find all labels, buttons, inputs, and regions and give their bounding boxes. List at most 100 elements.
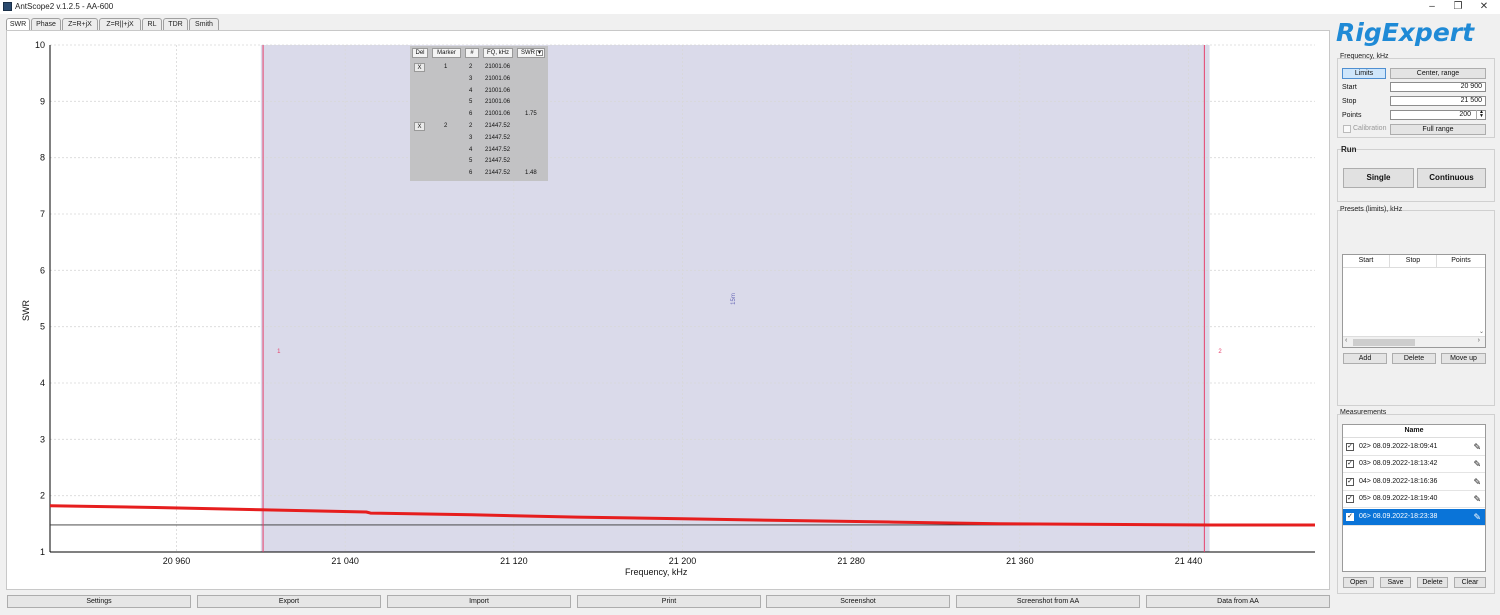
close-button[interactable]: ✕ — [1470, 0, 1498, 14]
marker-num-cell: 3 — [469, 75, 473, 82]
full-range-button[interactable]: Full range — [1390, 124, 1486, 135]
scroll-right-icon[interactable]: › — [1478, 337, 1480, 344]
print-button[interactable]: Print — [577, 595, 761, 608]
presets-header-points[interactable]: Points — [1437, 255, 1485, 268]
measurements-save-button[interactable]: Save — [1380, 577, 1411, 588]
measurements-delete-button[interactable]: Delete — [1417, 577, 1448, 588]
points-spinbox[interactable]: 200 — [1390, 110, 1486, 120]
marker-cell: 1 — [444, 64, 448, 70]
marker-delete-button[interactable]: X — [414, 63, 425, 72]
screenshot-from-aa-button[interactable]: Screenshot from AA — [956, 595, 1140, 608]
tab-z-series[interactable]: Z=R+jX — [62, 18, 98, 30]
scroll-down-icon[interactable]: ⌄ — [1479, 328, 1484, 335]
tab-rl[interactable]: RL — [142, 18, 162, 30]
stop-label: Stop — [1342, 98, 1357, 105]
title-bar: AntScope2 v.1.2.5 - AA-600 – ❐ ✕ — [0, 0, 1500, 14]
measurements-table[interactable]: Name ✓ 02> 08.09.2022-18:09:41 ✎ ✓ 03> 08.09… — [1342, 424, 1486, 572]
import-button[interactable]: Import — [387, 595, 571, 608]
marker-fq-cell: 21447.52 — [485, 146, 511, 153]
scroll-thumb[interactable] — [1353, 339, 1415, 346]
marker-num-cell: 4 — [469, 146, 473, 153]
single-button[interactable]: Single — [1343, 168, 1414, 188]
y-tick-label: 6 — [40, 265, 45, 275]
presets-group-title: Presets (limits), kHz — [1340, 206, 1403, 213]
scroll-left-icon[interactable]: ‹ — [1345, 337, 1347, 344]
measurement-checkbox[interactable]: ✓ — [1346, 443, 1354, 451]
app-icon — [3, 2, 12, 11]
rigexpert-logo: RigExpert — [1336, 18, 1475, 47]
measurement-row[interactable]: ✓ 04> 08.09.2022-18:16:36 ✎ — [1343, 474, 1485, 491]
marker-fq-cell: 21001.06 — [485, 111, 511, 118]
marker-table: Del Marker # FQ, kHz SWR ▼ X 1 2 21001.06 3 2… — [410, 46, 548, 181]
swr-chart[interactable]: 1 2 3 4 5 6 7 8 9 10 20 960 21 040 21 120 21 200 21 28… — [7, 31, 1329, 589]
x-tick-label: 20 960 — [163, 556, 191, 566]
marker-num-cell: 6 — [469, 170, 473, 177]
measurement-checkbox[interactable]: ✓ — [1346, 512, 1354, 521]
limits-button[interactable]: Limits — [1342, 68, 1386, 79]
measurements-open-button[interactable]: Open — [1343, 577, 1374, 588]
edit-pencil-icon[interactable]: ✎ — [1473, 459, 1481, 470]
measurements-group-title: Measurements — [1340, 409, 1387, 416]
marker-num-cell: 3 — [469, 134, 473, 141]
minimize-button[interactable]: – — [1418, 0, 1446, 14]
tab-smith[interactable]: Smith — [189, 18, 219, 30]
edit-pencil-icon[interactable]: ✎ — [1473, 477, 1481, 488]
stop-input[interactable]: 21 500 — [1390, 96, 1486, 106]
edit-pencil-icon[interactable]: ✎ — [1473, 494, 1481, 505]
measurement-checkbox[interactable]: ✓ — [1346, 495, 1354, 504]
measurement-row[interactable]: ✓ 02> 08.09.2022-18:09:41 ✎ — [1343, 439, 1485, 456]
y-tick-label: 2 — [40, 491, 45, 501]
spin-arrows-icon[interactable]: ▲ ▼ — [1476, 110, 1486, 120]
marker-fq-cell: 21447.52 — [485, 158, 511, 165]
plot-panel: 1 2 3 4 5 6 7 8 9 10 20 960 21 040 21 120 21 200 21 28… — [6, 30, 1330, 590]
marker-fq-cell: 21001.06 — [485, 75, 511, 82]
marker-num-cell: 5 — [469, 99, 473, 106]
band-label: 15m — [731, 293, 737, 305]
presets-header-stop[interactable]: Stop — [1390, 255, 1437, 268]
edit-pencil-icon[interactable]: ✎ — [1473, 442, 1481, 453]
measurements-clear-button[interactable]: Clear — [1454, 577, 1486, 588]
marker-swr-cell: 1.48 — [525, 170, 537, 177]
presets-header-start[interactable]: Start — [1343, 255, 1390, 268]
settings-button[interactable]: Settings — [7, 595, 191, 608]
restore-button[interactable]: ❐ — [1444, 0, 1472, 14]
measurements-header-name[interactable]: Name — [1343, 425, 1485, 438]
measurement-row[interactable]: ✓ 03> 08.09.2022-18:13:42 ✎ — [1343, 456, 1485, 474]
screenshot-button[interactable]: Screenshot — [766, 595, 950, 608]
marker-num-cell: 5 — [469, 158, 473, 165]
marker-fq-cell: 21447.52 — [485, 134, 511, 141]
tab-tdr[interactable]: TDR — [163, 18, 188, 30]
data-from-aa-button[interactable]: Data from AA — [1146, 595, 1330, 608]
marker-delete-button[interactable]: X — [414, 122, 425, 131]
marker-header-swr-label: SWR — [521, 50, 535, 56]
tab-phase[interactable]: Phase — [31, 18, 61, 30]
run-group-title: Run — [1341, 145, 1357, 154]
presets-add-button[interactable]: Add — [1343, 353, 1387, 364]
start-input[interactable]: 20 900 — [1390, 82, 1486, 92]
tab-z-parallel[interactable]: Z=R||+jX — [99, 18, 141, 30]
marker-header-num: # — [465, 48, 479, 58]
measurement-row[interactable]: ✓ 06> 08.09.2022-18:23:38 ✎ — [1343, 508, 1485, 526]
presets-delete-button[interactable]: Delete — [1392, 353, 1436, 364]
continuous-button[interactable]: Continuous — [1417, 168, 1486, 188]
y-tick-label: 8 — [40, 153, 45, 163]
marker-label: 2 — [1218, 349, 1222, 355]
presets-hscrollbar[interactable]: ‹ › — [1343, 336, 1485, 347]
presets-move-up-button[interactable]: Move up — [1441, 353, 1486, 364]
measurement-checkbox[interactable]: ✓ — [1346, 460, 1354, 469]
calibration-checkbox[interactable] — [1343, 125, 1351, 133]
export-button[interactable]: Export — [197, 595, 381, 608]
marker-fq-cell: 21001.06 — [485, 64, 511, 70]
marker-num-cell: 2 — [469, 123, 473, 129]
measurement-row[interactable]: ✓ 05> 08.09.2022-18:19:40 ✎ — [1343, 491, 1485, 509]
presets-table[interactable]: Start Stop Points ⌄ ‹ › — [1342, 254, 1486, 348]
marker-num-cell: 6 — [469, 111, 473, 118]
edit-pencil-icon[interactable]: ✎ — [1473, 512, 1481, 523]
swr-dropdown-icon[interactable]: ▼ — [536, 50, 543, 56]
y-tick-label: 4 — [40, 378, 45, 388]
marker-num-cell: 4 — [469, 87, 473, 94]
measurement-checkbox[interactable]: ✓ — [1346, 477, 1354, 486]
center-range-button[interactable]: Center, range — [1390, 68, 1486, 79]
marker-header-swr[interactable]: SWR ▼ — [517, 48, 545, 58]
marker-fq-cell: 21447.52 — [485, 123, 511, 129]
